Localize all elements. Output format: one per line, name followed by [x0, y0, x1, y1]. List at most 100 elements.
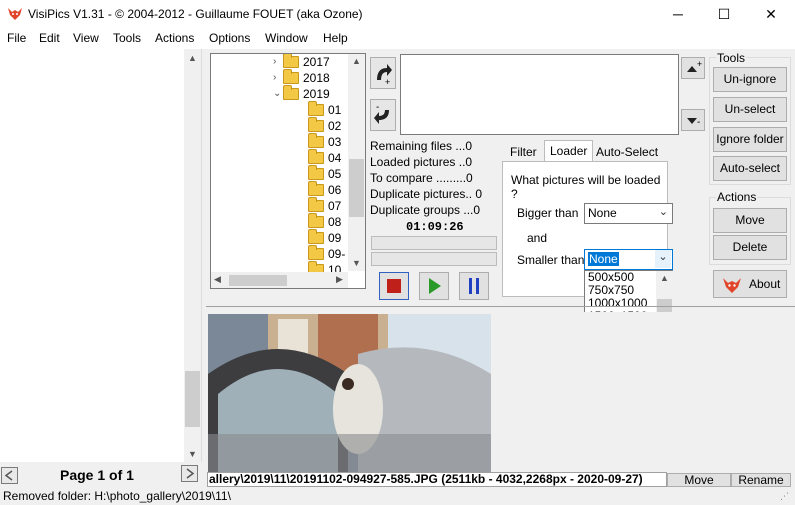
play-button[interactable]: [419, 272, 449, 300]
svg-text:-: -: [376, 102, 379, 113]
minimize-button[interactable]: ─: [655, 0, 701, 30]
move-up-button[interactable]: +: [681, 57, 705, 79]
scroll-down-icon[interactable]: ▼: [352, 258, 361, 268]
tree-vscrollbar[interactable]: ▲ ▼: [348, 54, 365, 271]
tools-title: Tools: [716, 51, 747, 65]
tree-item-2019[interactable]: ⌄ 2019: [273, 84, 351, 102]
scroll-down-icon[interactable]: ▼: [188, 449, 197, 459]
thumbnail-pane[interactable]: ▲ ▼: [0, 49, 202, 462]
preview-move-button[interactable]: Move: [667, 473, 731, 487]
stop-icon: [387, 279, 401, 293]
move-button[interactable]: Move: [713, 208, 787, 233]
prev-page-icon[interactable]: [1, 467, 18, 484]
unselect-button[interactable]: Un-select: [713, 97, 787, 122]
folder-icon: [283, 68, 299, 84]
loader-question: What pictures will be loaded ?: [511, 173, 661, 201]
remaining-files: Remaining files ...0: [370, 139, 473, 153]
menu-window[interactable]: Window: [265, 31, 308, 45]
about-label: About: [749, 277, 781, 291]
folder-icon: [308, 164, 324, 180]
auto-select-button[interactable]: Auto-select: [713, 156, 787, 181]
menu-bar: File Edit View Tools Actions Options Win…: [0, 29, 795, 49]
close-button[interactable]: ✕: [748, 0, 794, 30]
menu-options[interactable]: Options: [209, 31, 250, 45]
expand-icon[interactable]: ›: [273, 56, 283, 67]
pause-button[interactable]: [459, 272, 489, 300]
thumbnail-scrollbar[interactable]: ▲ ▼: [184, 49, 201, 462]
to-compare: To compare .........0: [370, 171, 473, 185]
smaller-than-select[interactable]: None ⌄: [584, 249, 673, 270]
menu-view[interactable]: View: [73, 31, 99, 45]
progress-bar-1: [371, 236, 497, 250]
status-text: Removed folder: H:\photo_gallery\2019\11…: [3, 489, 231, 503]
scroll-thumb[interactable]: [229, 275, 287, 286]
tab-auto-select[interactable]: Auto-Select: [591, 142, 663, 162]
scroll-right-icon[interactable]: ▶: [336, 274, 343, 285]
progress-bar-2: [371, 252, 497, 266]
app-logo-icon: [7, 6, 23, 22]
tree-years: › 2017 › 2018 ⌄ 2019: [273, 54, 351, 102]
unignore-button[interactable]: Un-ignore: [713, 67, 787, 92]
duplicate-pictures: Duplicate pictures.. 0: [370, 187, 483, 201]
tab-loader[interactable]: Loader: [544, 140, 594, 162]
tree-item-2018[interactable]: › 2018: [273, 68, 351, 86]
preview-area: [207, 312, 795, 472]
file-caption: allery\2019\11\20191102-094927-585.JPG (…: [207, 472, 667, 487]
folder-icon: [308, 180, 324, 196]
menu-tools[interactable]: Tools: [113, 31, 141, 45]
pager: Page 1 of 1: [0, 465, 202, 485]
page-label: Page 1 of 1: [60, 467, 134, 483]
menu-help[interactable]: Help: [323, 31, 348, 45]
pause-icon: [469, 278, 479, 294]
folder-icon: [308, 132, 324, 148]
collapse-icon[interactable]: ⌄: [273, 88, 283, 99]
scroll-up-icon[interactable]: ▲: [188, 53, 197, 63]
splitter[interactable]: [206, 306, 795, 307]
remove-folder-button[interactable]: -: [370, 99, 396, 131]
menu-actions[interactable]: Actions: [155, 31, 194, 45]
move-down-button[interactable]: -: [681, 109, 705, 131]
scroll-up-icon[interactable]: ▲: [660, 273, 669, 283]
triangle-up-icon: +: [687, 59, 702, 72]
expand-icon[interactable]: ›: [273, 72, 283, 83]
svg-text:+: +: [697, 59, 702, 69]
about-button[interactable]: About: [713, 270, 787, 298]
bigger-than-label: Bigger than: [517, 206, 579, 220]
add-folder-button[interactable]: +: [370, 57, 396, 89]
bigger-than-select[interactable]: None ⌄: [584, 203, 673, 224]
menu-edit[interactable]: Edit: [39, 31, 60, 45]
chevron-down-icon: ⌄: [655, 250, 671, 268]
maximize-button[interactable]: ☐: [701, 0, 747, 30]
and-label: and: [527, 231, 548, 245]
folder-icon: [308, 148, 324, 164]
scroll-up-icon[interactable]: ▲: [352, 56, 361, 66]
folder-tree[interactable]: › 2017 › 2018 ⌄ 2019 01 02 03 04 05 06 07 0…: [210, 53, 366, 289]
folder-icon: [308, 116, 324, 132]
svg-text:-: -: [697, 117, 700, 128]
folder-icon: [283, 54, 299, 68]
rename-button[interactable]: Rename: [731, 473, 791, 487]
ignore-folder-button[interactable]: Ignore folder: [713, 127, 787, 152]
scroll-thumb[interactable]: [185, 371, 200, 427]
scroll-left-icon[interactable]: ◀: [214, 274, 221, 285]
window-title: VisiPics V1.31 - © 2004-2012 - Guillaume…: [28, 7, 363, 21]
tree-item-2017[interactable]: › 2017: [273, 54, 351, 70]
smaller-than-label: Smaller than: [517, 253, 585, 267]
next-page-icon[interactable]: [181, 465, 198, 482]
preview-image[interactable]: [208, 314, 491, 472]
tree-hscrollbar[interactable]: ◀ ▶: [211, 272, 348, 288]
duplicate-groups: Duplicate groups ...0: [370, 203, 481, 217]
chevron-down-icon: ⌄: [658, 206, 668, 218]
folder-icon: [308, 196, 324, 212]
folder-icon: [308, 100, 324, 116]
resize-grip-icon[interactable]: ⋰: [780, 491, 789, 502]
menu-file[interactable]: File: [7, 31, 26, 45]
selected-folders-list[interactable]: [400, 54, 679, 135]
svg-text:+: +: [385, 77, 390, 87]
folder-icon: [283, 84, 299, 100]
tab-filter[interactable]: Filter: [505, 142, 542, 162]
delete-button[interactable]: Delete: [713, 235, 787, 260]
loaded-pictures: Loaded pictures ..0: [370, 155, 473, 169]
scroll-thumb[interactable]: [349, 159, 364, 217]
stop-button[interactable]: [379, 272, 409, 300]
